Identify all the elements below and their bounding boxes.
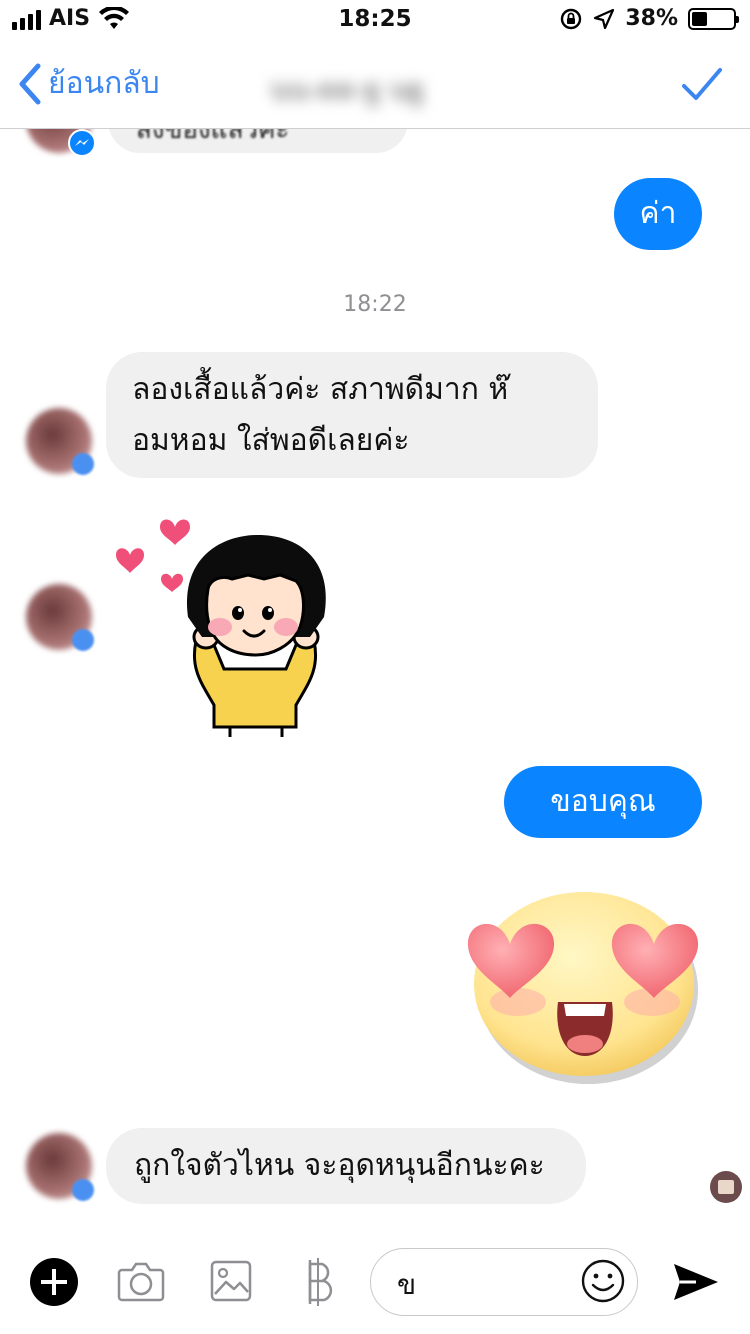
message-text: ขอบคุณค่า: [550, 784, 656, 891]
message-bubble-incoming[interactable]: ลองเสื้อแล้วค่ะ สภาพดีมาก ห๊ อมหอม ใส่พอ…: [106, 352, 598, 478]
battery-percentage: 38%: [625, 6, 678, 31]
message-bubble-incoming[interactable]: ถูกใจตัวไหน จะอุดหนุนอีกนะคะ: [106, 1128, 586, 1204]
message-bubble-outgoing[interactable]: ขอบคุณค่า: [504, 766, 702, 891]
navigation-bar: ย้อนกลับ นน-ดด-ฐ นฐ: [0, 40, 750, 129]
message-bubble-outgoing[interactable]: ค่า: [614, 178, 702, 250]
message-composer: ข: [0, 1232, 750, 1334]
battery-icon: [688, 7, 739, 30]
message-text: ถูกใจตัวไหน จะอุดหนุนอีกนะคะ: [134, 1148, 545, 1183]
messenger-badge-icon: [68, 129, 96, 157]
messenger-badge-icon: [72, 629, 94, 651]
message-input-value: ข: [397, 1268, 417, 1301]
message-line: อมหอม ใส่พอดีเลยค่ะ: [132, 423, 410, 458]
messenger-badge-icon: [72, 1179, 94, 1201]
heart-eyes-emoji-sticker[interactable]: [460, 884, 710, 1084]
message-list[interactable]: ส่งของแล้วค่ะ ค่า 18:22 ลองเสื้อแล้วค่ะ …: [0, 129, 750, 1229]
message-input[interactable]: ข: [370, 1248, 638, 1316]
back-label: ย้อนกลับ: [48, 66, 160, 101]
orientation-lock-icon: [561, 8, 582, 29]
girl-with-hearts-sticker[interactable]: [110, 509, 350, 739]
camera-icon[interactable]: [116, 1256, 166, 1306]
emoji-icon[interactable]: [579, 1257, 627, 1305]
checkmark-icon[interactable]: [678, 60, 726, 108]
message-line: ลองเสื้อแล้วค่ะ สภาพดีมาก ห๊: [132, 372, 509, 407]
message-text: ค่า: [639, 196, 677, 231]
baht-icon[interactable]: [294, 1256, 344, 1306]
image-icon[interactable]: [206, 1256, 256, 1306]
message-timestamp: 18:22: [343, 292, 407, 317]
status-bar: AIS 18:25 38%: [0, 0, 750, 40]
conversation-title-text: นน-ดด-ฐ นฐ: [270, 73, 424, 106]
plus-icon[interactable]: [30, 1258, 78, 1306]
back-button[interactable]: ย้อนกลับ: [16, 60, 160, 107]
messenger-badge-icon: [72, 453, 94, 475]
conversation-title: นน-ดด-ฐ นฐ: [270, 68, 490, 106]
chevron-left-icon: [19, 63, 41, 104]
seen-receipt-avatar: [710, 1171, 742, 1203]
location-arrow-icon: [594, 8, 615, 29]
send-icon[interactable]: [672, 1260, 720, 1304]
message-text: ส่งของแล้วค่ะ: [136, 129, 290, 145]
